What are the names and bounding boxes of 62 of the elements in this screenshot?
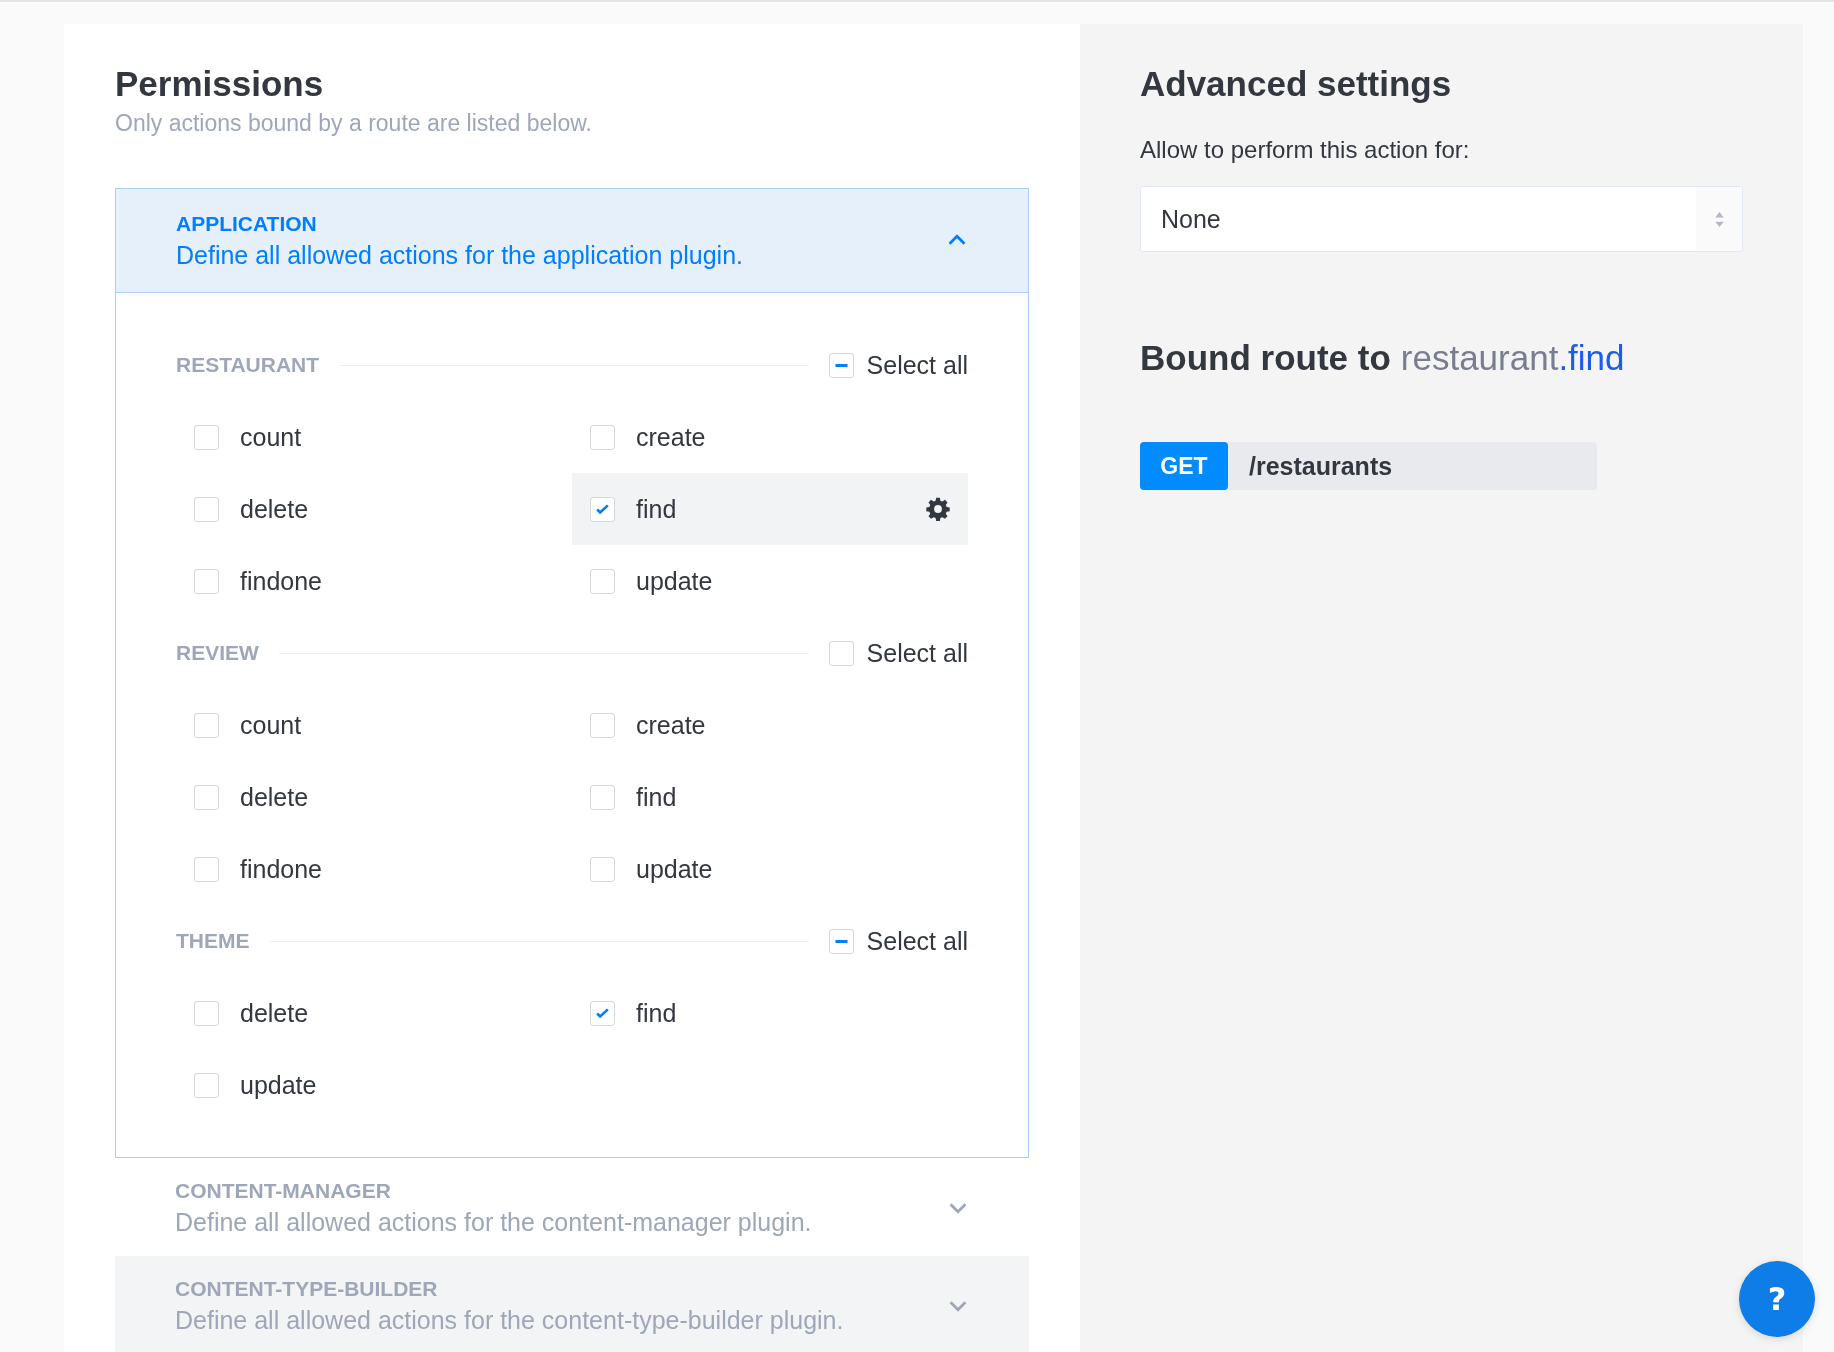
action-label[interactable]: update [636, 854, 951, 884]
plugin-name: CONTENT-MANAGER [175, 1178, 392, 1204]
minus-icon [834, 939, 848, 943]
action-label[interactable]: delete [240, 782, 555, 812]
checkmark-icon [596, 1007, 609, 1019]
controller-name: restaurant [1400, 338, 1559, 377]
checkbox[interactable] [828, 352, 854, 378]
action-label[interactable]: update [636, 566, 951, 596]
controller-name: THEME [176, 929, 250, 953]
checkbox[interactable] [194, 784, 219, 810]
checkbox[interactable] [194, 856, 219, 882]
plugin-description: Define all allowed actions for the content-type-builder plugin. [175, 1305, 845, 1336]
plugin-name: APPLICATION [176, 211, 318, 237]
checkbox[interactable] [590, 424, 615, 450]
controller-name: REVIEW [176, 641, 259, 665]
action-label[interactable]: create [636, 710, 951, 740]
checkbox[interactable] [194, 1000, 219, 1026]
checkbox[interactable] [590, 712, 615, 738]
gear-icon [925, 496, 951, 522]
advanced-title: Advanced settings [1140, 63, 1453, 105]
checkbox[interactable] [194, 424, 219, 450]
select-all-label[interactable]: Select all [866, 926, 968, 956]
checkbox[interactable] [828, 928, 854, 954]
policy-select[interactable]: None [1140, 186, 1743, 252]
checkbox[interactable] [194, 568, 219, 594]
action-label[interactable]: count [240, 710, 555, 740]
checkbox[interactable] [194, 496, 219, 522]
http-method-badge: GET [1140, 442, 1228, 490]
bound-route-title: Bound route to [1140, 338, 1391, 377]
checkbox[interactable] [194, 712, 219, 738]
action-name: .find [1558, 338, 1625, 377]
action-label[interactable]: create [636, 422, 951, 452]
sort-arrows-icon [1713, 210, 1725, 228]
action-label[interactable]: delete [240, 998, 555, 1028]
checkmark-icon [596, 503, 609, 515]
checkbox[interactable] [590, 1000, 615, 1026]
action-label[interactable]: count [240, 422, 555, 452]
plugin-description: Define all allowed actions for the content-manager plugin. [175, 1207, 813, 1238]
action-row[interactable]: find [572, 473, 968, 545]
action-label[interactable]: find [636, 494, 904, 524]
action-label[interactable]: find [636, 782, 951, 812]
action-label[interactable]: delete [240, 494, 555, 524]
field-label: Allow to perform this action for: [1140, 135, 1471, 165]
plugin-name: CONTENT-TYPE-BUILDER [175, 1276, 439, 1302]
permissions-subtitle: Only actions bound by a route are listed below. [115, 109, 593, 138]
route-path: /restaurants [1249, 451, 1393, 481]
minus-icon [834, 363, 848, 367]
action-label[interactable]: find [636, 998, 951, 1028]
checkbox[interactable] [590, 856, 615, 882]
action-label[interactable]: findone [240, 854, 555, 884]
checkbox[interactable] [828, 640, 854, 666]
select-all-label[interactable]: Select all [866, 638, 968, 668]
checkbox[interactable] [590, 784, 615, 810]
checkbox[interactable] [590, 496, 615, 522]
controller-name: RESTAURANT [176, 353, 320, 377]
permissions-title: Permissions [115, 63, 325, 105]
select-all-label[interactable]: Select all [866, 350, 968, 380]
checkbox[interactable] [194, 1072, 219, 1098]
action-label[interactable]: findone [240, 566, 555, 596]
checkbox[interactable] [590, 568, 615, 594]
action-label[interactable]: update [240, 1070, 555, 1100]
plugin-description: Define all allowed actions for the application plugin. [176, 240, 745, 271]
